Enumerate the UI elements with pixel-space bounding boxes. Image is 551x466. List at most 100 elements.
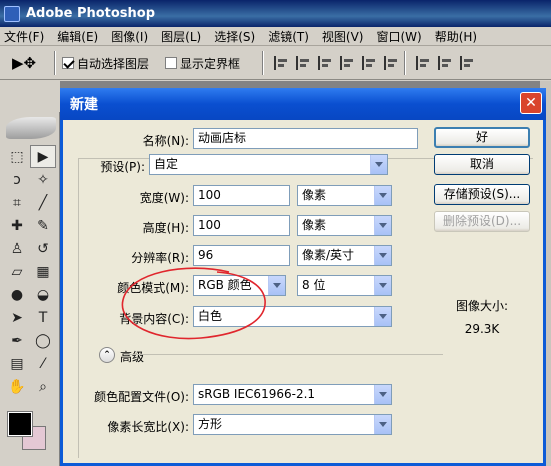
advanced-toggle-icon[interactable]: ⌃ [99,347,115,363]
menu-help[interactable]: 帮助(H) [435,28,477,45]
name-field[interactable]: 动画店标 [193,128,418,149]
menu-window[interactable]: 窗口(W) [376,28,421,45]
ok-button[interactable]: 好 [434,127,530,148]
preset-select[interactable]: 自定 [149,154,388,175]
align-left-icon[interactable] [340,56,354,70]
width-label: 宽度(W): [139,191,189,205]
height-field[interactable]: 100 [193,215,290,236]
close-icon[interactable]: ✕ [520,92,542,114]
distribute-buttons [416,56,474,70]
advanced-divider [125,354,443,355]
shape-tool-icon[interactable]: ◯ [30,329,56,352]
preset-label: 预设(P): [100,160,145,174]
bg-contents-value: 白色 [198,309,223,323]
menu-layer[interactable]: 图层(L) [161,28,201,45]
dialog-title-bar: 新建 ✕ [60,88,546,120]
image-size-value: 29.3K [464,322,500,336]
width-unit-value: 像素 [302,188,327,202]
new-document-dialog: 新建 ✕ 名称(N): 动画店标 预设(P): 自定 宽度(W): 100 像素… [60,88,546,466]
history-brush-tool-icon[interactable]: ↺ [30,237,56,260]
foreground-color-swatch[interactable] [7,411,33,437]
menu-bar: 文件(F) 编辑(E) 图像(I) 图层(L) 选择(S) 滤镜(T) 视图(V… [0,27,551,46]
chevron-down-icon[interactable] [374,216,391,235]
menu-file[interactable]: 文件(F) [4,28,44,45]
auto-select-checkbox[interactable] [62,57,74,69]
chevron-down-icon[interactable] [374,385,391,404]
bg-contents-label: 背景内容(C): [119,312,189,326]
move-tool-preset-icon[interactable]: ▶✥ [0,50,48,76]
align-right-icon[interactable] [384,56,398,70]
menu-edit[interactable]: 编辑(E) [57,28,98,45]
color-profile-select[interactable]: sRGB IEC61966-2.1 [193,384,392,405]
zoom-tool-icon[interactable]: ⌕ [30,375,56,398]
menu-image[interactable]: 图像(I) [111,28,148,45]
notes-tool-icon[interactable]: ▤ [4,352,30,375]
auto-select-layer-option[interactable]: 自动选择图层 [62,55,149,72]
chevron-down-icon[interactable] [374,186,391,205]
photoshop-logo-icon [4,5,20,22]
app-title: Adobe Photoshop [26,6,156,21]
move-tool-icon[interactable]: ▶ [30,145,56,168]
chevron-down-icon[interactable] [268,276,285,295]
eraser-tool-icon[interactable]: ▱ [4,260,30,283]
chevron-down-icon[interactable] [374,415,391,434]
magic-wand-tool-icon[interactable]: ✧ [30,168,56,191]
height-unit-select[interactable]: 像素 [297,215,392,236]
app-title-bar: Adobe Photoshop [0,0,551,27]
chevron-down-icon[interactable] [370,155,387,174]
pixel-aspect-select[interactable]: 方形 [193,414,392,435]
pixel-aspect-value: 方形 [198,417,223,431]
show-bounds-option[interactable]: 显示定界框 [165,55,240,72]
advanced-label: 高级 [120,350,145,364]
width-field[interactable]: 100 [193,185,290,206]
color-mode-select[interactable]: RGB 颜色 [193,275,286,296]
distribute-top-icon[interactable] [416,56,430,70]
align-hcenter-icon[interactable] [362,56,376,70]
options-separator [404,51,407,75]
align-bottom-icon[interactable] [318,56,332,70]
align-top-icon[interactable] [274,56,288,70]
menu-select[interactable]: 选择(S) [214,28,255,45]
cancel-button[interactable]: 取消 [434,154,530,175]
dodge-tool-icon[interactable]: ◒ [30,283,56,306]
hand-tool-icon[interactable]: ✋ [4,375,30,398]
menu-filter[interactable]: 滤镜(T) [268,28,309,45]
bg-contents-select[interactable]: 白色 [193,306,392,327]
bit-depth-select[interactable]: 8 位 [297,275,392,296]
pen-tool-icon[interactable]: ✒ [4,329,30,352]
chevron-down-icon[interactable] [374,276,391,295]
width-unit-select[interactable]: 像素 [297,185,392,206]
resolution-field[interactable]: 96 [193,245,290,266]
path-selection-tool-icon[interactable]: ➤ [4,306,30,329]
show-bounds-checkbox[interactable] [165,57,178,69]
blur-tool-icon[interactable]: ● [4,283,30,306]
height-label: 高度(H): [142,221,189,235]
align-buttons [274,56,398,70]
options-separator [54,51,56,75]
lasso-tool-icon[interactable]: ↄ [4,168,30,191]
type-tool-icon[interactable]: T [30,306,56,329]
slice-tool-icon[interactable]: ╱ [30,191,56,214]
chevron-down-icon[interactable] [374,307,391,326]
resolution-unit-select[interactable]: 像素/英寸 [297,245,392,266]
clone-stamp-tool-icon[interactable]: ♙ [4,237,30,260]
eyedropper-tool-icon[interactable]: ⁄ [30,352,56,375]
save-preset-button[interactable]: 存储预设(S)... [434,184,530,205]
pixel-aspect-label: 像素长宽比(X): [107,420,189,434]
align-vcenter-icon[interactable] [296,56,310,70]
chevron-down-icon[interactable] [374,246,391,265]
color-mode-label: 颜色模式(M): [117,281,189,295]
show-bounds-label: 显示定界框 [180,56,241,71]
crop-tool-icon[interactable]: ⌗ [4,191,30,214]
color-profile-value: sRGB IEC61966-2.1 [198,387,316,401]
brush-tool-icon[interactable]: ✎ [30,214,56,237]
distribute-bottom-icon[interactable] [460,56,474,70]
marquee-tool-icon[interactable]: ⬚ [4,145,30,168]
menu-view[interactable]: 视图(V) [322,28,364,45]
healing-brush-tool-icon[interactable]: ✚ [4,214,30,237]
height-unit-value: 像素 [302,218,327,232]
gradient-tool-icon[interactable]: ▦ [30,260,56,283]
options-bar: ▶✥ 自动选择图层 显示定界框 [0,47,551,80]
distribute-vcenter-icon[interactable] [438,56,452,70]
color-profile-label: 颜色配置文件(O): [94,390,189,404]
